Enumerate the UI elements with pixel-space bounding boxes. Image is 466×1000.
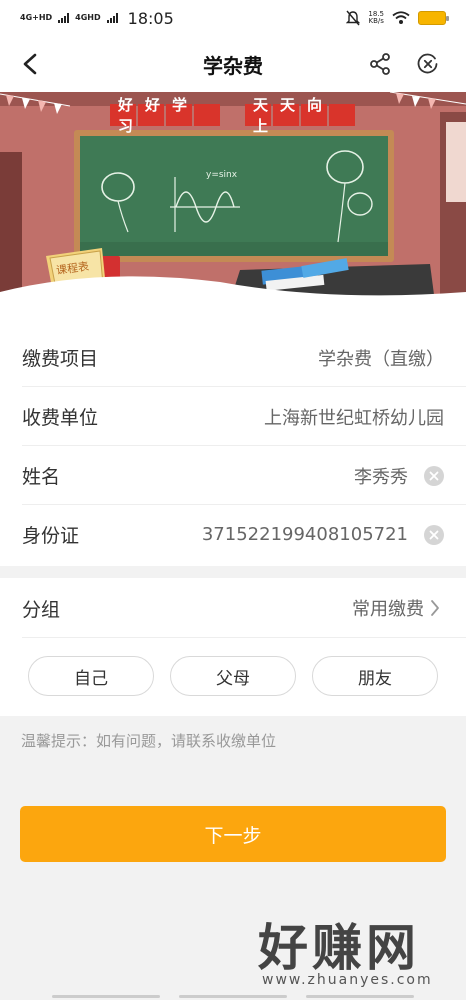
id-card-field[interactable]: 371522199408105721: [202, 524, 408, 545]
status-bar: 4G+HD 4GHD 18:05 18.5 KB/s: [0, 0, 466, 36]
wifi-icon: [392, 11, 410, 24]
battery-icon: [418, 11, 449, 25]
next-step-button[interactable]: 下一步: [20, 806, 446, 862]
tip-text: 温馨提示：如有问题，请联系收缴单位: [21, 732, 277, 750]
network-speed: 18.5 KB/s: [368, 11, 384, 25]
network-indicator-2: 4GHD: [75, 13, 101, 22]
back-button[interactable]: [14, 48, 46, 80]
chevron-left-icon: [23, 53, 37, 75]
mute-bell-icon: [346, 10, 361, 26]
status-left: 4G+HD 4GHD 18:05: [20, 9, 174, 28]
signal-icon-2: [106, 13, 118, 23]
group-label: 分组: [22, 598, 61, 621]
speed-unit: KB/s: [368, 17, 384, 25]
share-icon: [370, 53, 390, 75]
watermark-url: www.zhuanyes.com: [262, 972, 433, 988]
signal-icon-1: [58, 13, 70, 23]
home-indicator-left: [52, 995, 160, 998]
group-card: 分组 常用缴费 自己 父母 朋友: [0, 578, 466, 716]
group-selector[interactable]: 分组 常用缴费: [0, 578, 466, 638]
classroom-illustration: [0, 92, 466, 328]
home-indicator-center: [179, 995, 287, 998]
network-indicator-1: 4G+HD: [20, 13, 53, 22]
payee-value: 上海新世纪虹桥幼儿园: [264, 407, 444, 429]
payment-info-card: 缴费项目 学杂费（直缴） 收费单位 上海新世纪虹桥幼儿园 姓名 李秀秀 身份证 …: [0, 328, 466, 566]
watermark-logo: 好赚网 www.zhuanyes.com: [258, 920, 448, 990]
close-circle-icon: [417, 53, 438, 74]
id-card-label: 身份证: [22, 525, 80, 547]
payment-item-value: 学杂费（直缴）: [318, 348, 444, 370]
name-label: 姓名: [22, 466, 61, 488]
watermark-text: 好赚网: [258, 919, 420, 977]
group-value: 常用缴费: [352, 599, 424, 620]
share-button[interactable]: [364, 48, 396, 80]
payee-row: 收费单位 上海新世纪虹桥幼儿园: [0, 387, 466, 446]
chip-self[interactable]: 自己: [28, 656, 154, 696]
clear-name-button[interactable]: [424, 465, 444, 486]
status-right: 18.5 KB/s: [346, 10, 449, 26]
chip-parents[interactable]: 父母: [170, 656, 296, 696]
id-card-row: 身份证 371522199408105721: [0, 505, 466, 564]
classroom-banner: 好好学习 天天向上 y=sinx 课程表: [0, 92, 466, 328]
board-formula: y=sinx: [206, 170, 238, 180]
status-time: 18:05: [127, 8, 174, 28]
slogan-right: 天天向上: [253, 96, 335, 135]
home-indicator-right: [306, 995, 414, 998]
chip-friends[interactable]: 朋友: [312, 656, 438, 696]
navigation-bar: 学杂费: [0, 36, 466, 92]
group-divider: [22, 637, 466, 638]
close-icon: [429, 471, 439, 480]
payment-item-row: 缴费项目 学杂费（直缴）: [0, 328, 466, 387]
payee-label: 收费单位: [22, 407, 99, 429]
page-title: 学杂费: [203, 53, 263, 78]
close-icon: [429, 530, 439, 539]
clear-id-card-button[interactable]: [424, 524, 444, 545]
close-button[interactable]: [412, 48, 444, 80]
name-field[interactable]: 李秀秀: [354, 463, 408, 489]
name-row: 姓名 李秀秀: [0, 446, 466, 505]
slogan-left: 好好学习: [118, 96, 200, 135]
payment-item-label: 缴费项目: [22, 348, 99, 370]
chevron-right-icon: [430, 598, 444, 618]
